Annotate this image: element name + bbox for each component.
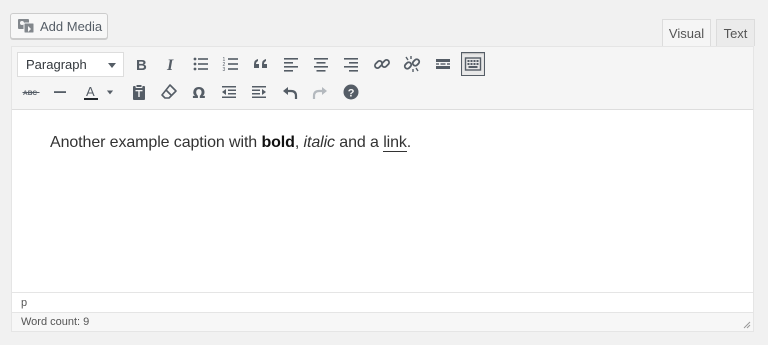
numbered-list-button[interactable]: 1 2 3: [219, 52, 243, 76]
italic-icon: I: [166, 57, 174, 73]
decrease-indent-button[interactable]: [217, 80, 241, 104]
text-color-button[interactable]: A: [79, 80, 103, 104]
content-link[interactable]: link: [383, 134, 407, 152]
add-media-button[interactable]: Add Media: [10, 13, 108, 39]
editor-toolbar: Paragraph B I 1 2 3 ABC A Ω ?: [12, 47, 753, 110]
paste-as-text-icon: [133, 84, 145, 100]
paste-as-text-button[interactable]: [127, 80, 151, 104]
insert-link-button[interactable]: [370, 52, 394, 76]
chevron-down-icon: [106, 90, 114, 95]
content-italic-text: italic: [303, 134, 336, 151]
format-select-value: Paragraph: [26, 57, 87, 72]
bold-button[interactable]: B: [129, 52, 153, 76]
decrease-indent-icon: [222, 86, 236, 98]
status-bar: Word count: 9: [12, 312, 753, 331]
content-text: Another example caption with: [50, 134, 262, 151]
svg-text:3: 3: [223, 67, 226, 73]
toolbar-toggle-button[interactable]: [461, 52, 485, 76]
element-path-p[interactable]: p: [21, 297, 27, 309]
add-media-label: Add Media: [40, 18, 103, 34]
content-text: and a: [334, 134, 384, 151]
resize-handle-icon[interactable]: [741, 319, 751, 329]
svg-text:B: B: [136, 57, 147, 73]
align-center-button[interactable]: [309, 52, 333, 76]
svg-text:?: ?: [348, 88, 355, 100]
content-text: ,: [294, 134, 304, 151]
read-more-icon: [436, 59, 450, 69]
undo-icon: [283, 87, 298, 99]
svg-text:Ω: Ω: [193, 84, 206, 101]
align-left-icon: [284, 58, 298, 72]
remove-link-icon: [403, 56, 421, 72]
text-color-icon: A: [84, 84, 98, 100]
align-center-icon: [314, 58, 328, 72]
special-character-button[interactable]: Ω: [187, 80, 211, 104]
tab-visual[interactable]: Visual: [662, 19, 711, 46]
toolbar-toggle-icon: [464, 57, 482, 71]
undo-button[interactable]: [278, 80, 302, 104]
redo-button[interactable]: [308, 80, 332, 104]
redo-icon: [312, 87, 327, 99]
help-button[interactable]: ?: [339, 80, 363, 104]
strikethrough-icon: ABC: [22, 90, 40, 97]
read-more-button[interactable]: [431, 52, 455, 76]
chevron-down-icon: [108, 63, 116, 68]
remove-link-button[interactable]: [400, 52, 424, 76]
increase-indent-button[interactable]: [247, 80, 271, 104]
increase-indent-icon: [252, 86, 266, 98]
word-count: Word count: 9: [21, 316, 90, 328]
editor-content[interactable]: Another example caption with bold, itali…: [50, 134, 733, 152]
numbered-list-icon: 1 2 3: [223, 57, 238, 73]
svg-text:ABC: ABC: [23, 90, 37, 97]
help-icon: ?: [343, 84, 359, 100]
tab-text[interactable]: Text: [716, 19, 755, 46]
clear-formatting-icon: [161, 84, 177, 99]
insert-link-icon: [374, 59, 390, 69]
editor-frame: Paragraph B I 1 2 3 ABC A Ω ? Another ex…: [11, 46, 754, 332]
text-color-dropdown[interactable]: [103, 80, 117, 104]
add-media-icon: [18, 19, 35, 34]
align-right-button[interactable]: [339, 52, 363, 76]
align-left-button[interactable]: [279, 52, 303, 76]
content-bold-text: bold: [261, 134, 295, 151]
bulleted-list-icon: [193, 57, 208, 71]
bulleted-list-button[interactable]: [189, 52, 213, 76]
horizontal-line-icon: [54, 91, 66, 93]
svg-text:I: I: [166, 57, 174, 73]
content-text: .: [406, 134, 412, 151]
align-right-icon: [344, 58, 358, 72]
format-select[interactable]: Paragraph: [17, 52, 124, 77]
svg-text:A: A: [86, 84, 95, 99]
element-path-bar: p: [12, 292, 753, 312]
blockquote-icon: [254, 59, 267, 68]
clear-formatting-button[interactable]: [157, 80, 181, 104]
special-character-icon: Ω: [193, 84, 206, 101]
horizontal-line-button[interactable]: [48, 80, 72, 104]
bold-icon: B: [136, 57, 147, 73]
strikethrough-button[interactable]: ABC: [19, 80, 43, 104]
italic-button[interactable]: I: [159, 52, 183, 76]
blockquote-button[interactable]: [249, 52, 273, 76]
